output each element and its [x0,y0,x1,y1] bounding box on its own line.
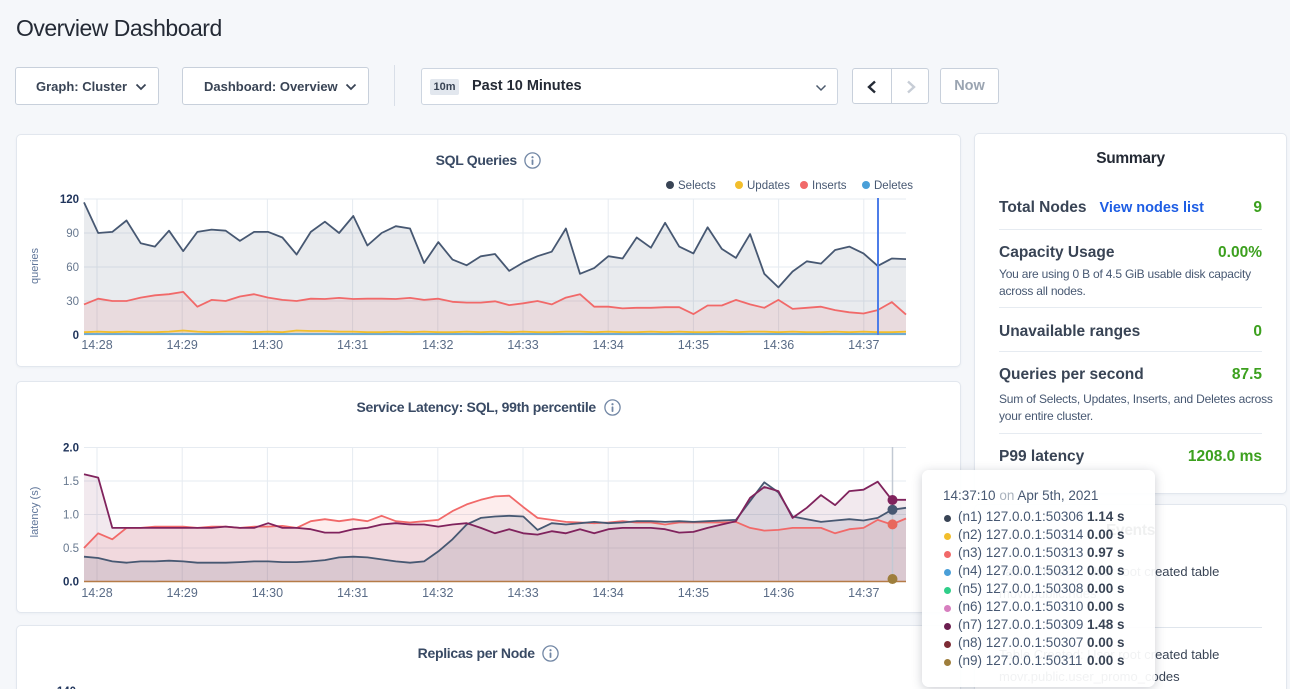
svg-text:14:28: 14:28 [81,338,112,352]
svg-text:14:30: 14:30 [252,586,283,600]
svg-text:latency (s): latency (s) [29,487,41,538]
svg-text:14:29: 14:29 [167,586,198,600]
svg-text:14:37: 14:37 [848,338,879,352]
svg-text:14:29: 14:29 [167,338,198,352]
svg-text:14:32: 14:32 [422,338,453,352]
svg-text:14:35: 14:35 [678,586,709,600]
svg-text:14:30: 14:30 [252,338,283,352]
svg-text:120: 120 [60,194,79,206]
svg-text:2.0: 2.0 [63,443,79,455]
svg-text:0: 0 [73,330,79,342]
svg-text:1.0: 1.0 [63,510,79,522]
svg-text:Selects: Selects [678,180,716,192]
svg-text:14:34: 14:34 [593,586,624,600]
svg-text:14:31: 14:31 [337,338,368,352]
svg-text:Deletes: Deletes [874,180,913,192]
svg-text:14:36: 14:36 [763,586,794,600]
svg-text:90: 90 [66,228,79,240]
svg-text:14:35: 14:35 [678,338,709,352]
svg-text:14:34: 14:34 [593,338,624,352]
svg-text:14:33: 14:33 [507,338,538,352]
svg-text:Updates: Updates [747,180,790,192]
svg-text:30: 30 [66,296,79,308]
svg-text:14:31: 14:31 [337,586,368,600]
svg-text:14:36: 14:36 [763,338,794,352]
svg-text:0.0: 0.0 [63,577,79,589]
svg-text:Inserts: Inserts [812,180,847,192]
svg-text:14:28: 14:28 [81,586,112,600]
svg-text:14:32: 14:32 [422,586,453,600]
svg-text:0.5: 0.5 [63,543,79,555]
svg-text:queries: queries [29,247,41,284]
svg-text:14:37: 14:37 [848,586,879,600]
svg-text:1.5: 1.5 [63,476,79,488]
svg-text:14:33: 14:33 [507,586,538,600]
svg-text:60: 60 [66,262,79,274]
